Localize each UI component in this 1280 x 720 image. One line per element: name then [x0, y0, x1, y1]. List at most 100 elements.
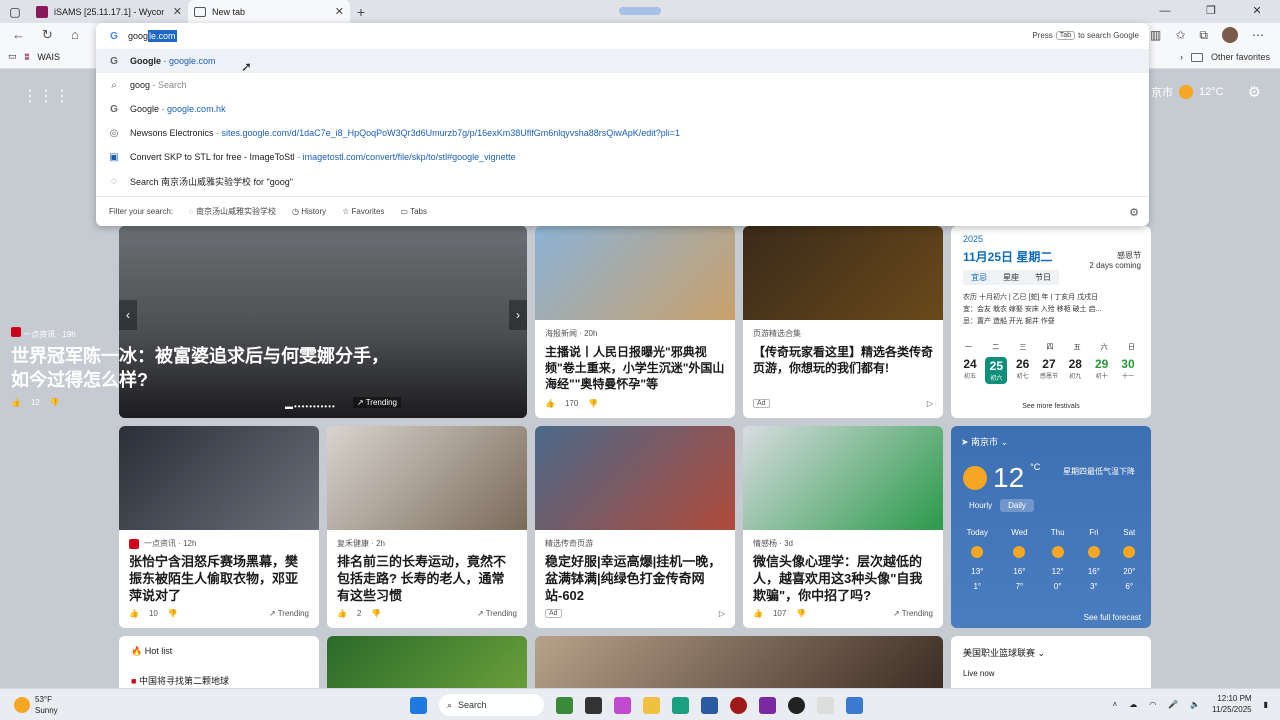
new-tab-plus-icon[interactable]: +: [350, 4, 372, 20]
clock[interactable]: 12:10 PM 11/25/2025: [1212, 693, 1251, 715]
header-weather[interactable]: 京市 12°C ⚙: [1151, 83, 1261, 101]
wifi-icon[interactable]: ◠: [1149, 700, 1156, 709]
filter-history[interactable]: ◷ History: [292, 207, 326, 216]
calendar-day[interactable]: 29 初十: [1091, 357, 1113, 384]
app-icon[interactable]: [556, 696, 573, 714]
speaker-icon[interactable]: 🔈: [1190, 700, 1200, 709]
ad-banner[interactable]: [327, 636, 527, 696]
carousel-next-icon[interactable]: ›: [509, 300, 527, 330]
split-screen-icon[interactable]: ▥: [1150, 28, 1161, 42]
fav-item-wais[interactable]: WAIS: [37, 52, 60, 62]
hot-list[interactable]: 🔥 Hot list ■ 中国将寻找第二颗地球: [119, 636, 319, 696]
like-icon[interactable]: 👍: [753, 609, 763, 618]
calendar-day[interactable]: 30 十一: [1117, 357, 1139, 384]
address-bar[interactable]: G google.com: [96, 23, 1149, 49]
calendar-day[interactable]: 27 感恩节: [1038, 357, 1060, 384]
taskview-icon[interactable]: [585, 696, 602, 714]
news-card[interactable]: 海报新闻 · 20h 主播说丨人民日报曝光"邪典视频"卷土重来，小学生沉迷"外国…: [535, 226, 735, 418]
suggestion-item[interactable]: G Google - google.com: [96, 49, 1149, 73]
tab-actions-icon[interactable]: ▢: [0, 0, 30, 23]
calendar-day-today[interactable]: 25 初六: [985, 357, 1008, 384]
calendar-day[interactable]: 24 初五: [959, 357, 981, 384]
gear-icon[interactable]: ⚙: [1129, 206, 1139, 219]
tab-jieri[interactable]: 节日: [1027, 270, 1059, 285]
close-tab-icon[interactable]: ✕: [335, 5, 344, 18]
like-icon[interactable]: 👍: [11, 398, 21, 407]
edge-icon[interactable]: [672, 696, 689, 714]
hot-list-item[interactable]: ■ 中国将寻找第二颗地球: [131, 674, 229, 687]
suggestion-item[interactable]: ⌕ goog - Search: [96, 73, 1149, 97]
play-icon[interactable]: ▷: [719, 609, 725, 618]
see-more-festivals[interactable]: See more festivals: [951, 403, 1151, 410]
suggestion-item[interactable]: G Google - google.com.hk: [96, 97, 1149, 121]
favbar-chevron-icon[interactable]: ›: [1180, 52, 1183, 62]
hourly-tab[interactable]: Hourly: [961, 499, 1000, 512]
windows-start-icon[interactable]: [410, 696, 427, 714]
filter-favorites[interactable]: ☆ Favorites: [342, 207, 384, 216]
back-icon[interactable]: ←: [12, 27, 25, 42]
see-full-forecast[interactable]: See full forecast: [1084, 613, 1141, 622]
mic-icon[interactable]: 🎤: [1168, 700, 1178, 709]
apps-grid-icon[interactable]: ⋮⋮⋮: [22, 86, 70, 106]
tab-isams[interactable]: iSAMS [25.11.17.1] - Wycombe A... ✕: [30, 0, 188, 23]
hero-title[interactable]: 世界冠军陈一冰：被富婆追求后与何雯娜分手，如今过得怎么样?: [11, 344, 391, 392]
sports-widget[interactable]: 美国职业篮球联赛 ⌄ Live now: [951, 636, 1151, 696]
sports-title[interactable]: 美国职业篮球联赛 ⌄: [963, 646, 1045, 659]
daily-tab[interactable]: Daily: [1000, 499, 1034, 512]
other-favorites[interactable]: Other favorites: [1211, 52, 1270, 62]
reading-list-icon[interactable]: ▭: [8, 51, 17, 62]
notification-icon[interactable]: ▮: [1264, 700, 1268, 709]
news-card[interactable]: 情感杨 · 3d 微信头像心理学：层次越低的人，越喜欢用这3种头像"自我欺骗"，…: [743, 426, 943, 628]
filter-site[interactable]: ◌ 南京汤山威雅实验学校: [189, 206, 276, 217]
calendar-day[interactable]: 28 初九: [1064, 357, 1086, 384]
weather-widget[interactable]: ➤ 南京市 ⌄ 12 °C 星期四最低气温下降 Hourly Daily Toda…: [951, 426, 1151, 628]
calendar-widget[interactable]: 2025 11月25日 星期二 感恩节 2 days coming 宜忌 星座 节…: [951, 226, 1151, 418]
dislike-icon[interactable]: 👎: [50, 398, 60, 407]
page-settings-icon[interactable]: ⚙: [1248, 83, 1261, 101]
play-icon[interactable]: ▷: [927, 399, 933, 408]
news-card-large[interactable]: [535, 636, 943, 696]
maximize-icon[interactable]: ❐: [1188, 0, 1234, 23]
filter-tabs[interactable]: ▭ Tabs: [400, 207, 427, 216]
calendar-day[interactable]: 26 初七: [1012, 357, 1034, 384]
like-icon[interactable]: 👍: [129, 609, 139, 618]
app-icon[interactable]: [730, 696, 747, 714]
ad-card[interactable]: 精选传奇页游 稳定好服|幸运高爆|挂机一晚，盆满钵满|纯绿色打金传奇网站-602…: [535, 426, 735, 628]
drag-handle[interactable]: [619, 7, 661, 15]
store-icon[interactable]: [701, 696, 718, 714]
profile-avatar[interactable]: [1222, 27, 1238, 43]
more-options-icon[interactable]: ⋯: [1252, 28, 1264, 42]
refresh-icon[interactable]: ↻: [42, 27, 53, 43]
weather-alert[interactable]: 星期四最低气温下降: [1063, 466, 1143, 477]
ad-card[interactable]: 页游精选合集 【传奇玩家看这里】精选各类传奇页游，你想玩的我们都有! Ad ▷: [743, 226, 943, 418]
like-icon[interactable]: 👍: [337, 609, 347, 618]
dislike-icon[interactable]: 👎: [796, 609, 806, 618]
suggestion-item[interactable]: ◎ Newsons Electronics - sites.google.com/…: [96, 121, 1149, 145]
news-card[interactable]: 复禾健康 · 2h 排名前三的长寿运动，竟然不包括走路? 长寿的老人，通常有这些…: [327, 426, 527, 628]
like-icon[interactable]: 👍: [545, 399, 555, 408]
close-window-icon[interactable]: ✕: [1234, 0, 1280, 23]
news-card[interactable]: 一点资讯 · 12h 张怡宁含泪怒斥赛场黑幕，樊振东被陌生人偷取衣物，邓亚萍说对…: [119, 426, 319, 628]
tab-yiji[interactable]: 宜忌: [963, 270, 995, 285]
weather-city[interactable]: ➤ 南京市 ⌄: [961, 435, 1008, 448]
minimize-icon[interactable]: —: [1142, 0, 1188, 23]
cloud-icon[interactable]: ☁: [1129, 700, 1137, 709]
app-icon[interactable]: [817, 696, 834, 714]
app-icon[interactable]: [846, 696, 863, 714]
home-icon[interactable]: ⌂: [71, 27, 79, 42]
collections-icon[interactable]: ⧉: [1199, 28, 1208, 43]
suggestion-item[interactable]: ◌ Search 南京汤山威雅实验学校 for "goog": [96, 169, 1149, 193]
dislike-icon[interactable]: 👎: [371, 609, 381, 618]
tray-chevron-icon[interactable]: ˄: [1113, 700, 1118, 709]
tab-new-tab[interactable]: New tab ✕: [188, 0, 350, 23]
address-input[interactable]: google.com: [128, 30, 177, 42]
tab-xingzuo[interactable]: 星座: [995, 270, 1027, 285]
file-explorer-icon[interactable]: [643, 696, 660, 714]
suggestion-item[interactable]: ▣ Convert SKP to STL for free - ImageToSt…: [96, 145, 1149, 169]
onenote-icon[interactable]: [759, 696, 776, 714]
carousel-prev-icon[interactable]: ‹: [119, 300, 137, 330]
dislike-icon[interactable]: 👎: [168, 609, 178, 618]
carousel-dots[interactable]: ▬•••••••••••: [285, 402, 336, 411]
dislike-icon[interactable]: 👎: [588, 399, 598, 408]
taskbar-search[interactable]: ⌕ Search: [439, 694, 544, 716]
